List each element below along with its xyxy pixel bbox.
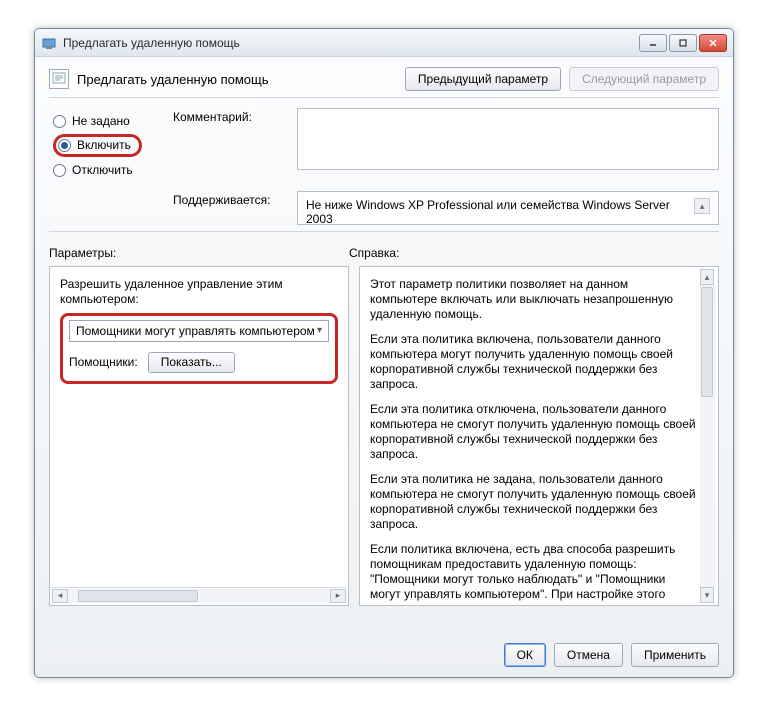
help-panel: Этот параметр политики позволяет на данн… — [359, 266, 719, 606]
highlight-controls: Помощники могут управлять компьютером ▾ … — [60, 313, 338, 384]
next-setting-button: Следующий параметр — [569, 67, 719, 91]
help-paragraph: Этот параметр политики позволяет на данн… — [370, 277, 696, 322]
help-paragraph: Если эта политика включена, пользователи… — [370, 332, 696, 392]
window-title: Предлагать удаленную помощь — [63, 36, 639, 50]
scroll-right-icon[interactable]: ▸ — [330, 589, 346, 603]
select-value: Помощники могут управлять компьютером — [76, 324, 315, 339]
parameters-label: Параметры: — [49, 246, 349, 260]
allow-remote-label: Разрешить удаленное управление этим комп… — [60, 277, 338, 307]
close-button[interactable] — [699, 34, 727, 52]
minimize-button[interactable] — [639, 34, 667, 52]
policy-editor-window: Предлагать удаленную помощь Предлагать у… — [34, 28, 734, 678]
supported-label: Поддерживается: — [173, 191, 285, 225]
highlight-enabled: Включить — [53, 134, 142, 157]
scroll-up-icon[interactable]: ▴ — [700, 269, 714, 285]
supported-text: Не ниже Windows XP Professional или семе… — [306, 198, 694, 226]
comment-label: Комментарий: — [173, 110, 285, 124]
help-label: Справка: — [349, 246, 719, 260]
supported-textbox: Не ниже Windows XP Professional или семе… — [297, 191, 719, 225]
radio-label: Не задано — [72, 114, 130, 128]
policy-icon — [49, 69, 69, 89]
scroll-left-icon[interactable]: ◂ — [52, 589, 68, 603]
ok-button[interactable]: ОК — [504, 643, 546, 667]
help-paragraph: Если эта политика не задана, пользовател… — [370, 472, 696, 532]
page-title: Предлагать удаленную помощь — [77, 72, 405, 87]
scroll-thumb[interactable] — [701, 287, 713, 397]
titlebar[interactable]: Предлагать удаленную помощь — [35, 29, 733, 57]
radio-disabled[interactable]: Отключить — [53, 163, 161, 177]
apply-button[interactable]: Применить — [631, 643, 719, 667]
app-icon — [41, 35, 57, 51]
radio-not-configured[interactable]: Не задано — [53, 114, 161, 128]
show-helpers-button[interactable]: Показать... — [148, 352, 235, 373]
divider — [49, 97, 719, 98]
help-paragraph: Если эта политика отключена, пользовател… — [370, 402, 696, 462]
scroll-up-icon[interactable]: ▴ — [694, 198, 710, 214]
scroll-down-icon[interactable]: ▾ — [700, 587, 714, 603]
radio-label: Отключить — [72, 163, 133, 177]
radio-enabled[interactable] — [58, 139, 71, 152]
help-paragraph: Если политика включена, есть два способа… — [370, 542, 696, 606]
radio-icon — [53, 164, 66, 177]
maximize-button[interactable] — [669, 34, 697, 52]
parameters-panel: Разрешить удаленное управление этим комп… — [49, 266, 349, 606]
radio-label: Включить — [77, 138, 131, 152]
previous-setting-button[interactable]: Предыдущий параметр — [405, 67, 561, 91]
cancel-button[interactable]: Отмена — [554, 643, 623, 667]
comment-textarea[interactable] — [297, 108, 719, 170]
remote-control-select[interactable]: Помощники могут управлять компьютером ▾ — [69, 320, 329, 342]
chevron-down-icon: ▾ — [317, 325, 322, 338]
scroll-thumb[interactable] — [78, 590, 198, 602]
radio-icon — [53, 115, 66, 128]
horizontal-scrollbar[interactable]: ◂ ▸ — [52, 587, 346, 603]
divider — [49, 231, 719, 232]
vertical-scrollbar[interactable]: ▴ ▾ — [700, 269, 716, 603]
helpers-label: Помощники: — [69, 355, 138, 370]
